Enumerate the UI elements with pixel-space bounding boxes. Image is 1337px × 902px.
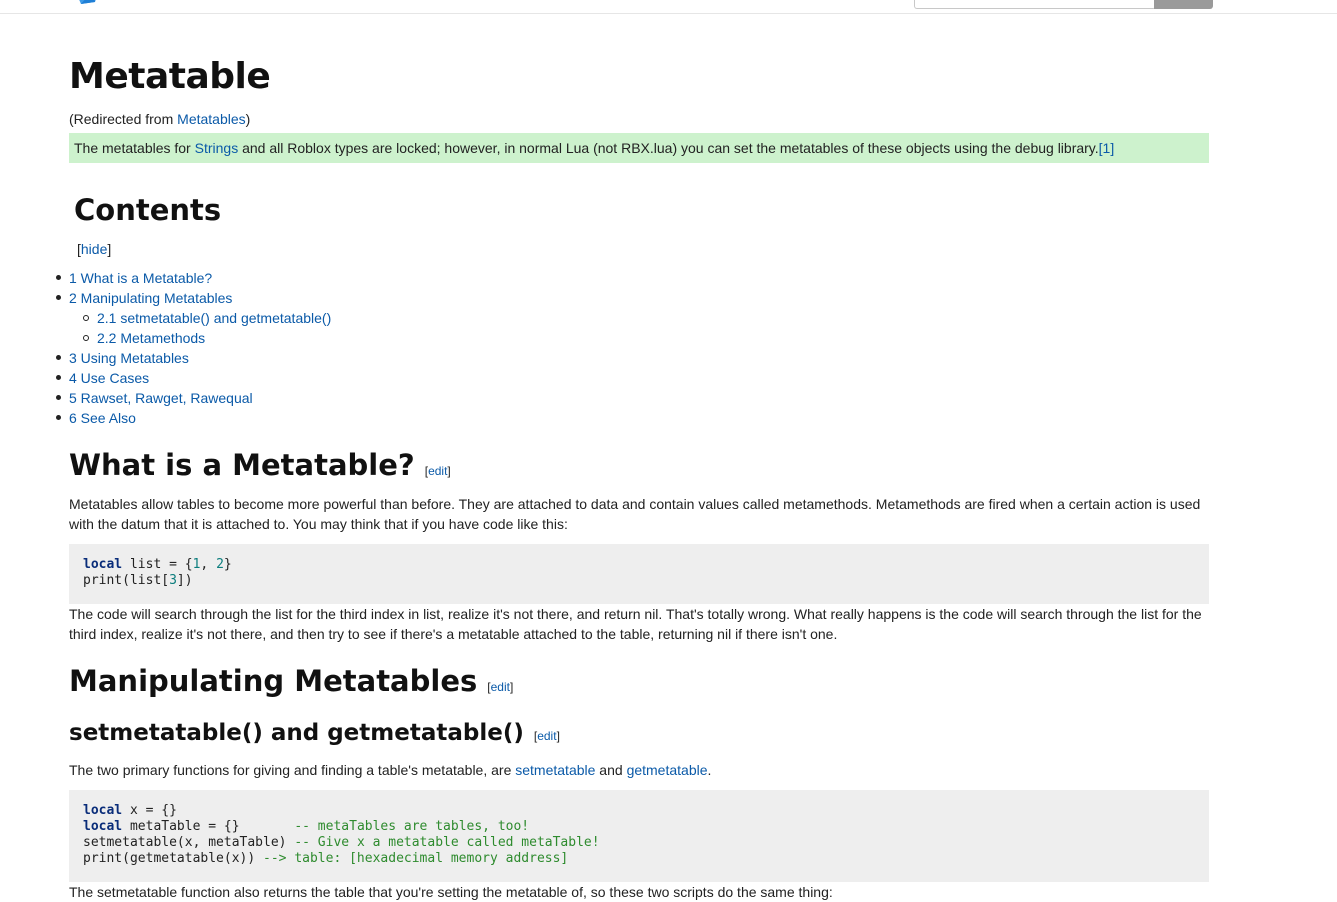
code-keyword: local	[83, 819, 123, 834]
code-text: metaTable = {}	[122, 819, 295, 834]
edit-section-link[interactable]: edit	[428, 464, 447, 478]
table-of-contents: 1 What is a Metatable? 2 Manipulating Me…	[55, 268, 331, 428]
strings-link[interactable]: Strings	[195, 140, 239, 156]
code-text: setmetatable(x, metaTable)	[83, 835, 295, 850]
code-text: x = {}	[122, 803, 177, 818]
section-heading-manipulating-metatables: Manipulating Metatables [edit]	[69, 664, 513, 698]
toc-item: 3 Using Metatables	[55, 348, 331, 368]
toc-subitem: 2.2 Metamethods	[69, 328, 331, 348]
toc-title: Contents	[74, 193, 222, 227]
paragraph-text: and	[595, 762, 627, 778]
toc-hide-toggle: [hide]	[77, 241, 111, 257]
subsection-heading-setmetatable-getmetatable: setmetatable() and getmetatable() [edit]	[69, 720, 560, 746]
code-text: ,	[200, 557, 217, 572]
toc-item: 6 See Also	[55, 408, 331, 428]
paragraph-text: .	[707, 762, 712, 778]
toc-link-use-cases[interactable]: 4 Use Cases	[69, 370, 149, 386]
setmetatable-link[interactable]: setmetatable	[515, 762, 595, 778]
paragraph: The setmetatable function also returns t…	[69, 884, 833, 900]
section-heading-text: What is a Metatable?	[69, 448, 415, 482]
redirect-prefix: (Redirected from	[69, 111, 178, 127]
section-heading-text: Manipulating Metatables	[69, 664, 478, 698]
code-comment: -- Give x a metatable called metaTable!	[294, 835, 600, 850]
code-block: local x = {} local metaTable = {} -- met…	[69, 790, 1209, 882]
toc-link-metamethods[interactable]: 2.2 Metamethods	[97, 330, 205, 346]
redirect-source-link[interactable]: Metatables	[177, 111, 245, 127]
getmetatable-link[interactable]: getmetatable	[627, 762, 708, 778]
edit-section-control: [edit]	[487, 680, 514, 694]
edit-section-control: [edit]	[533, 729, 560, 743]
paragraph: The code will search through the list fo…	[69, 606, 1202, 642]
toc-item: 1 What is a Metatable?	[55, 268, 331, 288]
code-text: }	[223, 557, 232, 572]
toc-link-setmetatable-getmetatable[interactable]: 2.1 setmetatable() and getmetatable()	[97, 310, 331, 326]
edit-section-control: [edit]	[424, 464, 451, 478]
notice-text: The metatables for	[74, 140, 195, 156]
page-title: Metatable	[69, 56, 271, 97]
toc-link-rawset-rawget-rawequal[interactable]: 5 Rawset, Rawget, Rawequal	[69, 390, 253, 406]
toc-subitem: 2.1 setmetatable() and getmetatable()	[69, 308, 331, 328]
paragraph: Metatables allow tables to become more p…	[69, 496, 1201, 532]
code-keyword: local	[83, 803, 123, 818]
code-number: 3	[169, 573, 177, 588]
toc-link-using-metatables[interactable]: 3 Using Metatables	[69, 350, 189, 366]
notice-text-continued: and all Roblox types are locked; however…	[238, 140, 1099, 156]
toc-link-see-also[interactable]: 6 See Also	[69, 410, 136, 426]
bracket-close: ]	[107, 241, 112, 257]
search-button[interactable]	[1154, 0, 1213, 9]
toc-link-manipulating-metatables[interactable]: 2 Manipulating Metatables	[69, 290, 232, 306]
code-comment: -- metaTables are tables, too!	[294, 819, 530, 834]
subsection-heading-text: setmetatable() and getmetatable()	[69, 720, 524, 746]
code-text: ])	[176, 573, 193, 588]
section-heading-what-is-a-metatable: What is a Metatable? [edit]	[69, 448, 451, 482]
redirect-notice: (Redirected from Metatables)	[69, 111, 250, 127]
reference-link[interactable]: [1]	[1099, 140, 1115, 156]
code-comment: --> table: [hexadecimal memory address]	[263, 851, 569, 866]
paragraph-text: The two primary functions for giving and…	[69, 762, 516, 778]
edit-section-link[interactable]: edit	[537, 729, 556, 743]
site-logo-icon[interactable]	[73, 0, 101, 10]
redirect-suffix: )	[245, 111, 251, 127]
info-notice-box: The metatables for Strings and all Roblo…	[69, 133, 1209, 163]
toc-item: 5 Rawset, Rawget, Rawequal	[55, 388, 331, 408]
code-keyword: local	[83, 557, 123, 572]
code-number: 2	[216, 557, 224, 572]
toc-hide-link[interactable]: hide	[81, 241, 107, 257]
paragraph: The two primary functions for giving and…	[69, 760, 1209, 780]
code-block: local list = {1, 2} print(list[3])	[69, 544, 1209, 604]
code-text: print(list[	[83, 573, 170, 588]
code-text: print(getmetatable(x))	[83, 851, 264, 866]
toc-item: 4 Use Cases	[55, 368, 331, 388]
toc-item: 2 Manipulating Metatables	[55, 288, 331, 308]
code-text: list = {	[122, 557, 193, 572]
edit-section-link[interactable]: edit	[491, 680, 510, 694]
toc-link-what-is-a-metatable[interactable]: 1 What is a Metatable?	[69, 270, 212, 286]
search-input[interactable]	[914, 0, 1156, 9]
top-navigation-bar: g	[0, 0, 1337, 14]
